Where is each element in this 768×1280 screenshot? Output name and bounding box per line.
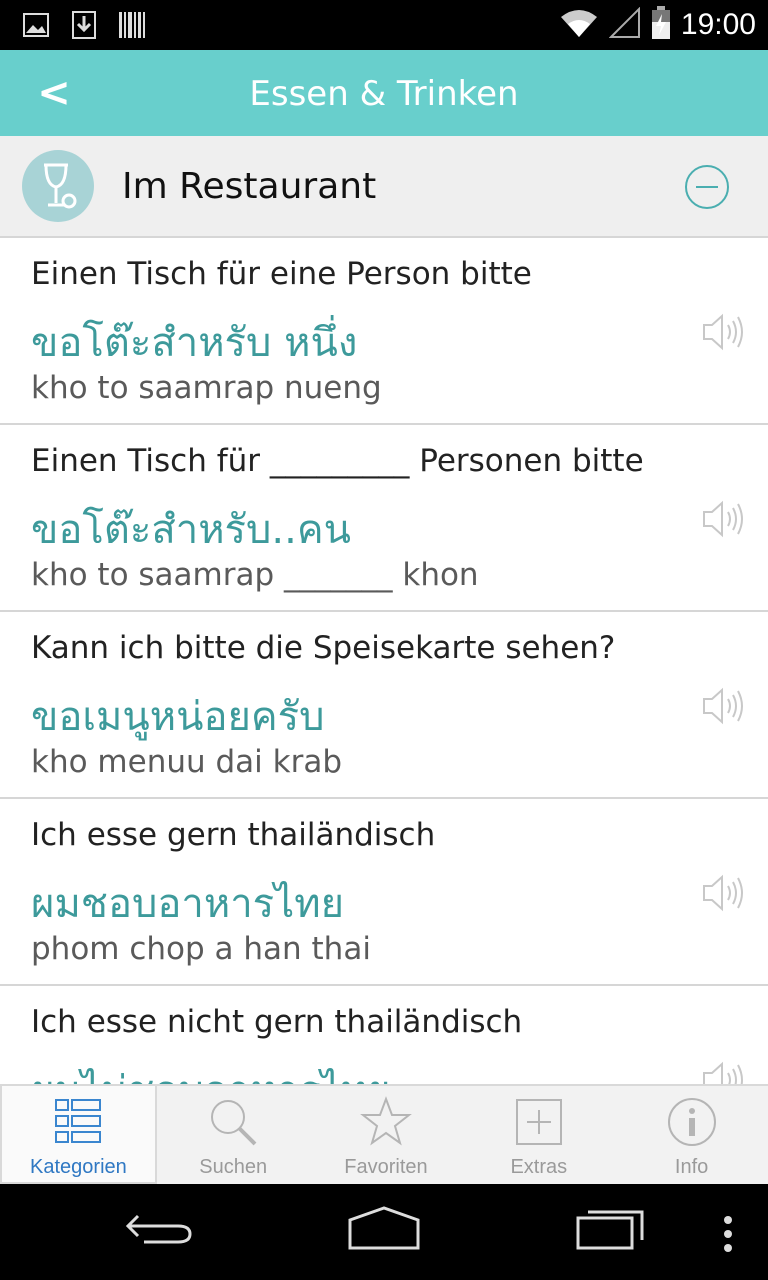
action-bar: < Essen & Trinken [0,50,768,136]
phrase-german: Ich esse gern thailändisch [31,817,436,853]
tab-label: Suchen [199,1156,268,1178]
phrase-item[interactable]: Kann ich bitte die Speisekarte sehen? ขอ… [0,612,768,799]
bottom-tab-bar: Kategorien Suchen Favoriten Extras Info [0,1084,768,1184]
star-icon [360,1096,412,1148]
phrase-transliteration: kho to saamrap _______ khon [31,557,479,593]
list-icon [52,1096,104,1148]
phrase-thai: ขอโต๊ะสำหรับ..คน [31,507,351,553]
speaker-icon[interactable] [702,873,746,913]
phrase-item[interactable]: Einen Tisch für eine Person bitte ขอโต๊ะ… [0,238,768,425]
category-header[interactable]: Im Restaurant [0,136,768,238]
phrase-thai: ขอโต๊ะสำหรับ หนึ่ง [31,320,358,366]
barcode-icon [118,10,146,40]
info-icon [666,1096,718,1148]
tab-kategorien[interactable]: Kategorien [0,1086,157,1184]
tab-label: Extras [510,1156,568,1178]
speaker-icon[interactable] [702,312,746,352]
phrase-transliteration: phom chop a han thai [31,931,371,967]
status-bar: 19:00 [0,0,768,50]
phrase-thai: ผมชอบอาหารไทย [31,881,345,927]
battery-icon [651,6,671,44]
phrase-thai: ผมไม่ชอบอาหารไทย [31,1058,391,1084]
phrase-item[interactable]: Ich esse gern thailändisch ผมชอบอาหารไทย… [0,799,768,986]
phrase-german: Einen Tisch für eine Person bitte [31,256,532,292]
phrase-item[interactable]: Einen Tisch für _________ Personen bitte… [0,425,768,612]
signal-icon [608,6,641,43]
phrase-transliteration: kho to saamrap nueng [31,370,382,406]
tab-label: Kategorien [30,1156,127,1178]
phrase-german: Einen Tisch für _________ Personen bitte [31,443,644,479]
tab-extras[interactable]: Extras [462,1086,615,1184]
phrase-thai: ขอเมนูหน่อยครับ [31,694,325,740]
clock: 19:00 [680,8,756,41]
image-icon [22,10,50,40]
search-icon [207,1096,259,1148]
collapse-icon[interactable] [684,164,730,210]
page-title: Essen & Trinken [249,74,519,114]
phrase-list[interactable]: Im Restaurant Einen Tisch für eine Perso… [0,136,768,1084]
tab-label: Favoriten [344,1156,428,1178]
back-arrow-icon[interactable] [124,1204,194,1258]
recent-apps-icon[interactable] [574,1204,646,1258]
phrase-item[interactable]: Ich esse nicht gern thailändisch ผมไม่ชอ… [0,986,768,1084]
overflow-menu-icon[interactable] [720,1214,736,1258]
phrase-german: Kann ich bitte die Speisekarte sehen? [31,630,616,666]
wifi-icon [559,7,599,43]
home-icon[interactable] [346,1204,422,1258]
tab-suchen[interactable]: Suchen [157,1086,310,1184]
wine-glass-icon [22,150,94,222]
phrase-transliteration: kho menuu dai krab [31,744,342,780]
speaker-icon[interactable] [702,686,746,726]
speaker-icon[interactable] [702,1060,746,1084]
tab-label: Info [674,1156,709,1178]
speaker-icon[interactable] [702,499,746,539]
category-title: Im Restaurant [122,166,377,207]
tab-favoriten[interactable]: Favoriten [310,1086,463,1184]
plus-box-icon [513,1096,565,1148]
tab-info[interactable]: Info [615,1086,768,1184]
system-nav-bar [0,1184,768,1280]
phrase-german: Ich esse nicht gern thailändisch [31,1004,523,1040]
download-icon [70,10,98,40]
